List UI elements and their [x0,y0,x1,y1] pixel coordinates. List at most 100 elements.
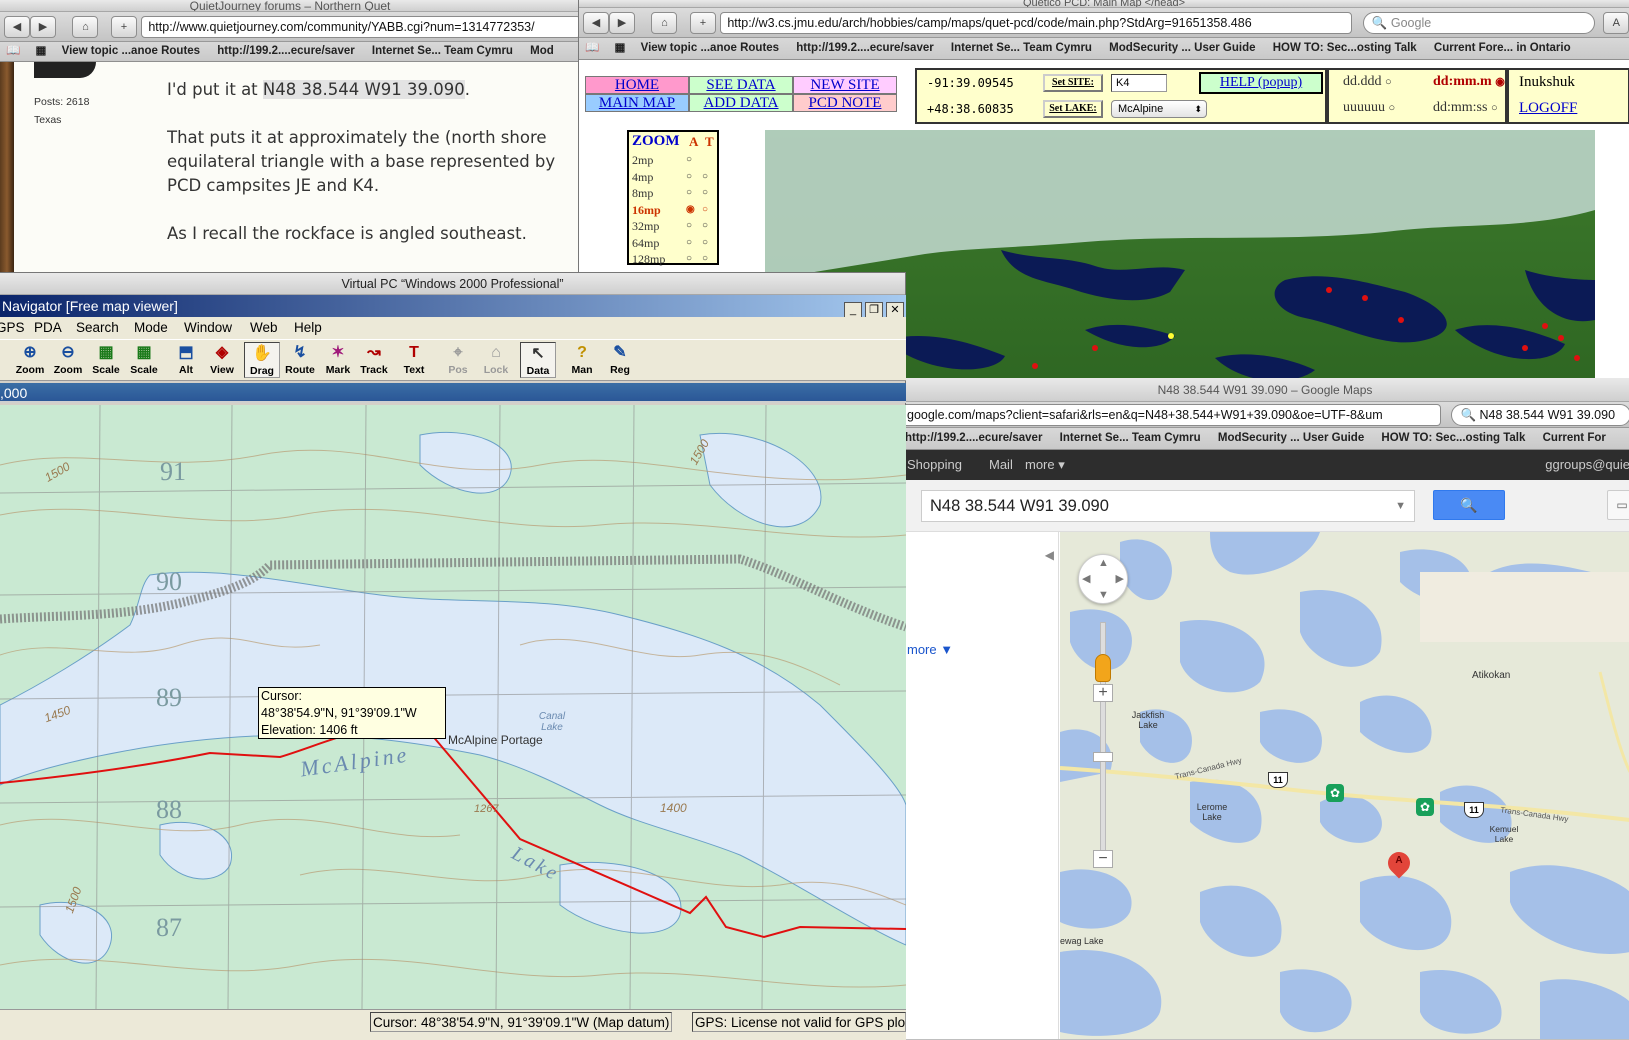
format-ddmmss-option[interactable]: dd:mm:ss ○ [1433,100,1498,116]
toolbar-button-data-13[interactable]: ↖ Data [520,342,556,378]
radio-checked-icon[interactable]: ◉ [1495,76,1505,88]
toolbar-button-text-10[interactable]: T Text [396,342,432,376]
toolbar-button-scale-2[interactable]: ▦ Scale [88,342,124,376]
menu-mode[interactable]: Mode [134,317,168,339]
pan-up-icon[interactable]: ▲ [1098,557,1109,569]
toolbar-button-drag-6[interactable]: ✋ Drag [244,342,280,378]
menu-help[interactable]: Help [294,317,322,339]
google-map[interactable]: Atikokan Jackfish Lake Lerome Lake Kemue… [1060,532,1629,1039]
toolbar-button-lock-12[interactable]: ⌂ Lock [478,342,514,376]
gmaps-bookmark-3[interactable]: HOW TO: Sec...osting Talk [1381,428,1525,449]
toolbar-button-man-14[interactable]: ? Man [564,342,600,376]
set-site-button[interactable]: Set SITE: [1043,74,1103,92]
nav-shopping[interactable]: Shopping [907,450,962,480]
pan-control[interactable]: ▲ ◀ ▶ ▼ [1078,554,1128,604]
collapse-panel-icon[interactable]: ◀ [1045,548,1054,562]
toolbar-button-route-7[interactable]: ↯ Route [282,342,318,376]
gmaps-bookmark-4[interactable]: Current For [1543,428,1606,449]
toolbar-button-pos-11[interactable]: ⌖ Pos [440,342,476,376]
radio-checked-icon[interactable]: ◉ [686,202,695,218]
set-lake-button[interactable]: Set LAKE: [1043,100,1103,118]
logoff-link[interactable]: LOGOFF [1519,100,1577,117]
new-site-button[interactable]: NEW SITE [793,76,897,94]
dropdown-arrow-icon[interactable]: ▼ [1395,491,1406,521]
search-button[interactable]: 🔍 [1433,490,1505,520]
campsite-marker[interactable] [1092,345,1098,351]
home-icon[interactable]: ⌂ [72,16,99,38]
top-sites-grid-icon[interactable]: ▦ [615,42,626,54]
add-bookmark-icon[interactable]: + [110,16,137,38]
nav-more[interactable]: more ▾ [1025,450,1065,480]
campsite-marker[interactable] [1558,335,1564,341]
radio-unchecked-icon[interactable]: ○ [702,202,708,218]
pan-left-icon[interactable]: ◀ [1082,572,1090,585]
reader-button[interactable]: A [1603,12,1629,34]
quetico-url-bar[interactable]: http://w3.cs.jmu.edu/arch/hobbies/camp/m… [720,12,1353,34]
restore-icon[interactable]: ❐ [865,302,883,318]
menu-window[interactable]: Window [184,317,232,339]
radio-unchecked-icon[interactable]: ○ [702,185,708,201]
menu-pda[interactable]: PDA [34,317,62,339]
maps-query-input[interactable]: N48 38.544 W91 39.090 ▼ [921,490,1415,522]
location-pin-icon[interactable]: A [1383,847,1415,884]
gmaps-bookmark-1[interactable]: Internet Se... Team Cymru [1060,428,1201,449]
forum-bookmark-3[interactable]: Mod [530,42,554,61]
street-view-pegman-icon[interactable] [1095,654,1111,682]
site-input[interactable]: K4 [1111,74,1167,92]
campsite-marker[interactable] [1522,345,1528,351]
pan-down-icon[interactable]: ▼ [1098,589,1109,601]
radio-unchecked-icon[interactable]: ○ [1491,102,1498,114]
bookmarks-book-icon[interactable]: 📖 [6,45,20,57]
top-sites-grid-icon[interactable]: ▦ [36,45,47,57]
topo-map[interactable]: 91 90 89 88 87 1500 1500 1450 1400 1267 … [0,405,906,1009]
forum-bookmark-0[interactable]: View topic ...anoe Routes [62,42,200,61]
quetico-bookmark-5[interactable]: Current Fore... in Ontario [1434,38,1571,59]
radio-unchecked-icon[interactable]: ○ [686,169,692,185]
close-icon[interactable]: ✕ [886,302,904,318]
quetico-bookmark-1[interactable]: http://199.2....ecure/saver [796,38,933,59]
radio-unchecked-icon[interactable]: ○ [1385,76,1392,88]
campsite-marker[interactable] [1362,295,1368,301]
quetico-bookmark-0[interactable]: View topic ...anoe Routes [641,38,779,59]
forward-arrow-icon[interactable]: ▶ [609,12,635,34]
radio-unchecked-icon[interactable]: ○ [702,218,708,234]
radio-unchecked-icon[interactable]: ○ [686,152,692,168]
home-button[interactable]: HOME [585,76,689,94]
zoom-in-button[interactable]: + [1093,684,1113,702]
radio-unchecked-icon[interactable]: ○ [686,218,692,234]
campsite-marker[interactable] [1032,363,1038,369]
toolbar-button-zoom-0[interactable]: ⊕ Zoom [12,342,48,376]
print-button[interactable]: ▭ [1607,490,1629,520]
help-popup-button[interactable]: HELP (popup) [1199,72,1323,94]
add-bookmark-icon[interactable]: + [689,12,716,34]
campsite-marker[interactable] [1326,287,1332,293]
minimize-icon[interactable]: _ [844,302,862,318]
back-arrow-icon[interactable]: ◀ [4,16,30,38]
pcd-note-button[interactable]: PCD NOTE [793,94,897,112]
quetico-bookmark-4[interactable]: HOW TO: Sec...osting Talk [1273,38,1417,59]
main-map-button[interactable]: MAIN MAP [585,94,689,112]
campsite-marker[interactable] [1542,323,1548,329]
radio-unchecked-icon[interactable]: ○ [1389,102,1396,114]
forum-bookmark-2[interactable]: Internet Se... Team Cymru [372,42,513,61]
format-dd-option[interactable]: dd.ddd ○ [1343,74,1392,90]
more-link[interactable]: more ▼ [907,642,953,657]
toolbar-button-alt-4[interactable]: ⬒ Alt [168,342,204,376]
pan-right-icon[interactable]: ▶ [1116,572,1124,585]
radio-unchecked-icon[interactable]: ○ [686,235,692,251]
radio-unchecked-icon[interactable]: ○ [702,251,708,267]
toolbar-button-reg-15[interactable]: ✎ Reg [602,342,638,376]
lake-select[interactable]: McAlpine ⬍ [1111,100,1207,118]
toolbar-button-zoom-1[interactable]: ⊖ Zoom [50,342,86,376]
account-email[interactable]: ggroups@quie [1545,450,1629,480]
forum-url-bar[interactable]: http://www.quietjourney.com/community/YA… [141,16,580,38]
gmaps-bookmark-2[interactable]: ModSecurity ... User Guide [1218,428,1364,449]
menu-web[interactable]: Web [250,317,278,339]
nav-mail[interactable]: Mail [989,450,1013,480]
back-arrow-icon[interactable]: ◀ [583,12,609,34]
radio-unchecked-icon[interactable]: ○ [686,185,692,201]
quetico-bookmark-3[interactable]: ModSecurity ... User Guide [1109,38,1255,59]
menu-search[interactable]: Search [76,317,119,339]
forum-bookmark-1[interactable]: http://199.2....ecure/saver [217,42,354,61]
toolbar-button-mark-8[interactable]: ✶ Mark [320,342,356,376]
